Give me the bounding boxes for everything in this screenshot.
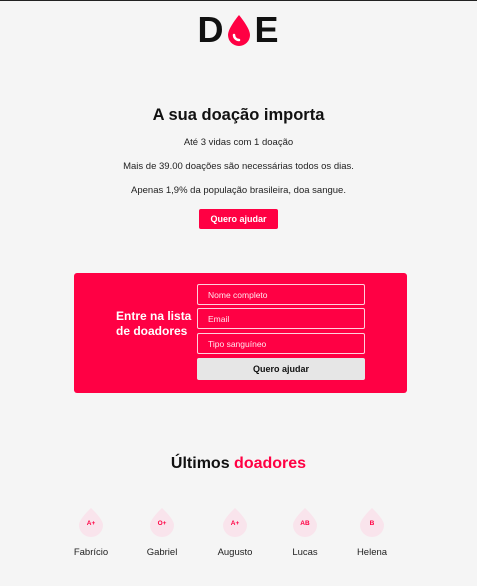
blood-drop-icon: A+ <box>76 507 106 537</box>
donor-card: B Helena <box>342 507 402 558</box>
donor-card: A+ Augusto <box>205 507 265 558</box>
signup-submit-button[interactable]: Quero ajudar <box>197 358 365 380</box>
donor-blood-type: A+ <box>230 520 240 527</box>
donor-name: Lucas <box>292 547 318 558</box>
hero-line-1: Até 3 vidas com 1 doação <box>183 137 294 148</box>
donors-heading: Últimos doadores <box>0 455 477 473</box>
donor-blood-type: O+ <box>157 520 167 527</box>
donor-card: A+ Fabrício <box>61 507 121 558</box>
email-field[interactable] <box>197 308 365 329</box>
blood-type-field[interactable] <box>197 333 365 354</box>
donor-card: AB Lucas <box>275 507 335 558</box>
blood-drop-icon: AB <box>290 507 320 537</box>
blood-drop-icon: B <box>357 507 387 537</box>
donor-name: Helena <box>356 547 388 558</box>
donor-signup-form: Entre na lista de doadores Quero ajudar <box>74 273 407 393</box>
donor-blood-type: AB <box>300 520 310 527</box>
logo-letter-e: E <box>254 9 280 50</box>
blood-drop-icon: A+ <box>220 507 250 537</box>
signup-title: Entre na lista de doadores <box>116 309 192 338</box>
donor-blood-type: B <box>369 520 375 527</box>
help-button[interactable]: Quero ajudar <box>199 209 278 229</box>
brand-logo: D E <box>0 9 477 51</box>
donor-card: O+ Gabriel <box>132 507 192 558</box>
donor-name: Augusto <box>217 547 253 558</box>
donor-name: Fabrício <box>73 547 109 558</box>
donors-heading-plain: Últimos <box>170 455 230 472</box>
hero-section: A sua doação importa Até 3 vidas com 1 d… <box>0 106 477 229</box>
hero-line-3: Apenas 1,9% da população brasileira, doa… <box>131 185 346 196</box>
hero-line-2: Mais de 39.00 doações são necessárias to… <box>123 161 354 172</box>
donors-heading-accent: doadores <box>234 455 307 472</box>
logo-letter-d: D <box>197 9 225 50</box>
blood-drop-icon: O+ <box>147 507 177 537</box>
donor-blood-type: A+ <box>86 520 96 527</box>
blood-drop-icon <box>225 13 253 47</box>
name-field[interactable] <box>197 284 365 305</box>
donor-name: Gabriel <box>146 547 178 558</box>
hero-title: A sua doação importa <box>152 106 325 124</box>
